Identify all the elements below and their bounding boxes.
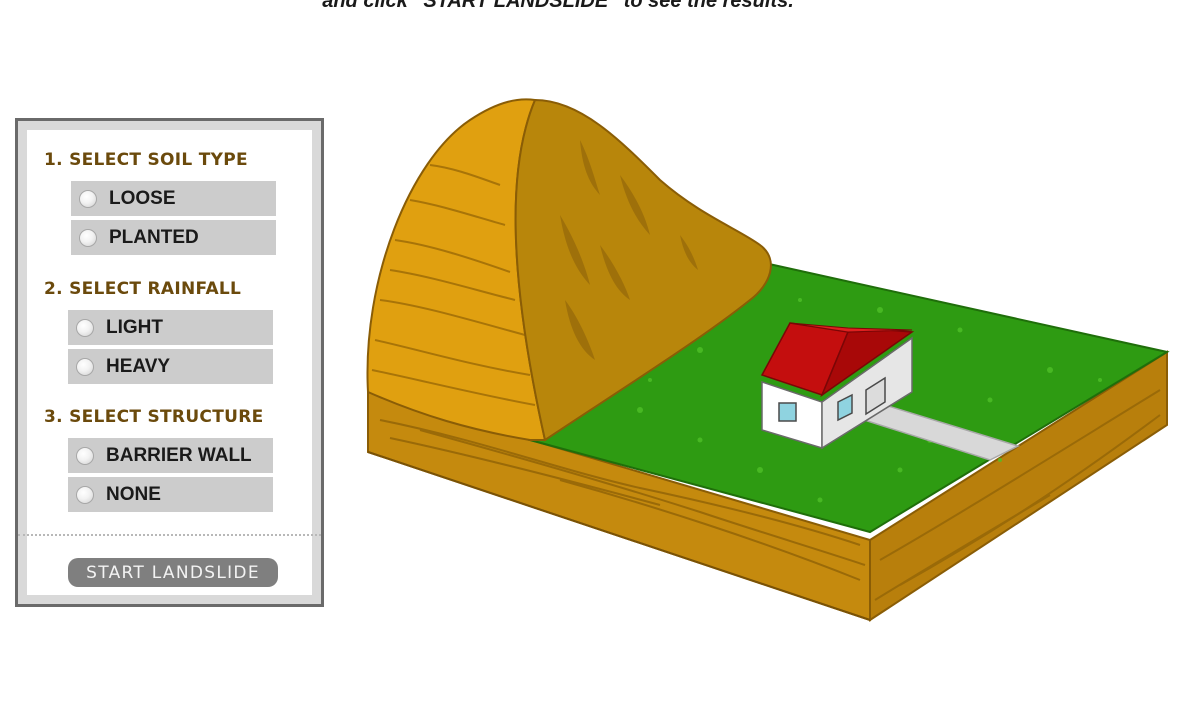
radio-button[interactable] <box>76 357 94 376</box>
rainfall-heading: 2. SELECT RAINFALL <box>44 279 242 299</box>
rainfall-option-heavy[interactable]: HEAVY <box>68 349 273 384</box>
panel-divider <box>18 534 321 536</box>
option-label: LIGHT <box>106 316 163 338</box>
instruction-text: and click “START LANDSLIDE” to see the r… <box>322 0 794 12</box>
soil-option-loose[interactable]: LOOSE <box>71 181 276 216</box>
structure-heading: 3. SELECT STRUCTURE <box>44 407 264 427</box>
structure-option-barrier-wall[interactable]: BARRIER WALL <box>68 438 273 473</box>
landslide-scene-illustration <box>366 98 1170 622</box>
radio-button[interactable] <box>76 318 94 337</box>
option-label: LOOSE <box>109 187 176 209</box>
radio-button[interactable] <box>76 446 94 465</box>
structure-option-none[interactable]: NONE <box>68 477 273 512</box>
radio-button[interactable] <box>76 485 94 504</box>
option-label: HEAVY <box>106 355 171 377</box>
options-panel-inner: 1. SELECT SOIL TYPE LOOSE PLANTED 2. SEL… <box>18 130 321 595</box>
option-label: NONE <box>106 483 161 505</box>
rainfall-option-light[interactable]: LIGHT <box>68 310 273 345</box>
soil-type-heading: 1. SELECT SOIL TYPE <box>44 150 248 170</box>
option-label: PLANTED <box>109 226 199 248</box>
options-panel: 1. SELECT SOIL TYPE LOOSE PLANTED 2. SEL… <box>15 118 324 607</box>
soil-option-planted[interactable]: PLANTED <box>71 220 276 255</box>
start-landslide-button[interactable]: START LANDSLIDE <box>68 558 278 587</box>
option-label: BARRIER WALL <box>106 444 252 466</box>
radio-button[interactable] <box>79 228 97 247</box>
radio-button[interactable] <box>79 189 97 208</box>
